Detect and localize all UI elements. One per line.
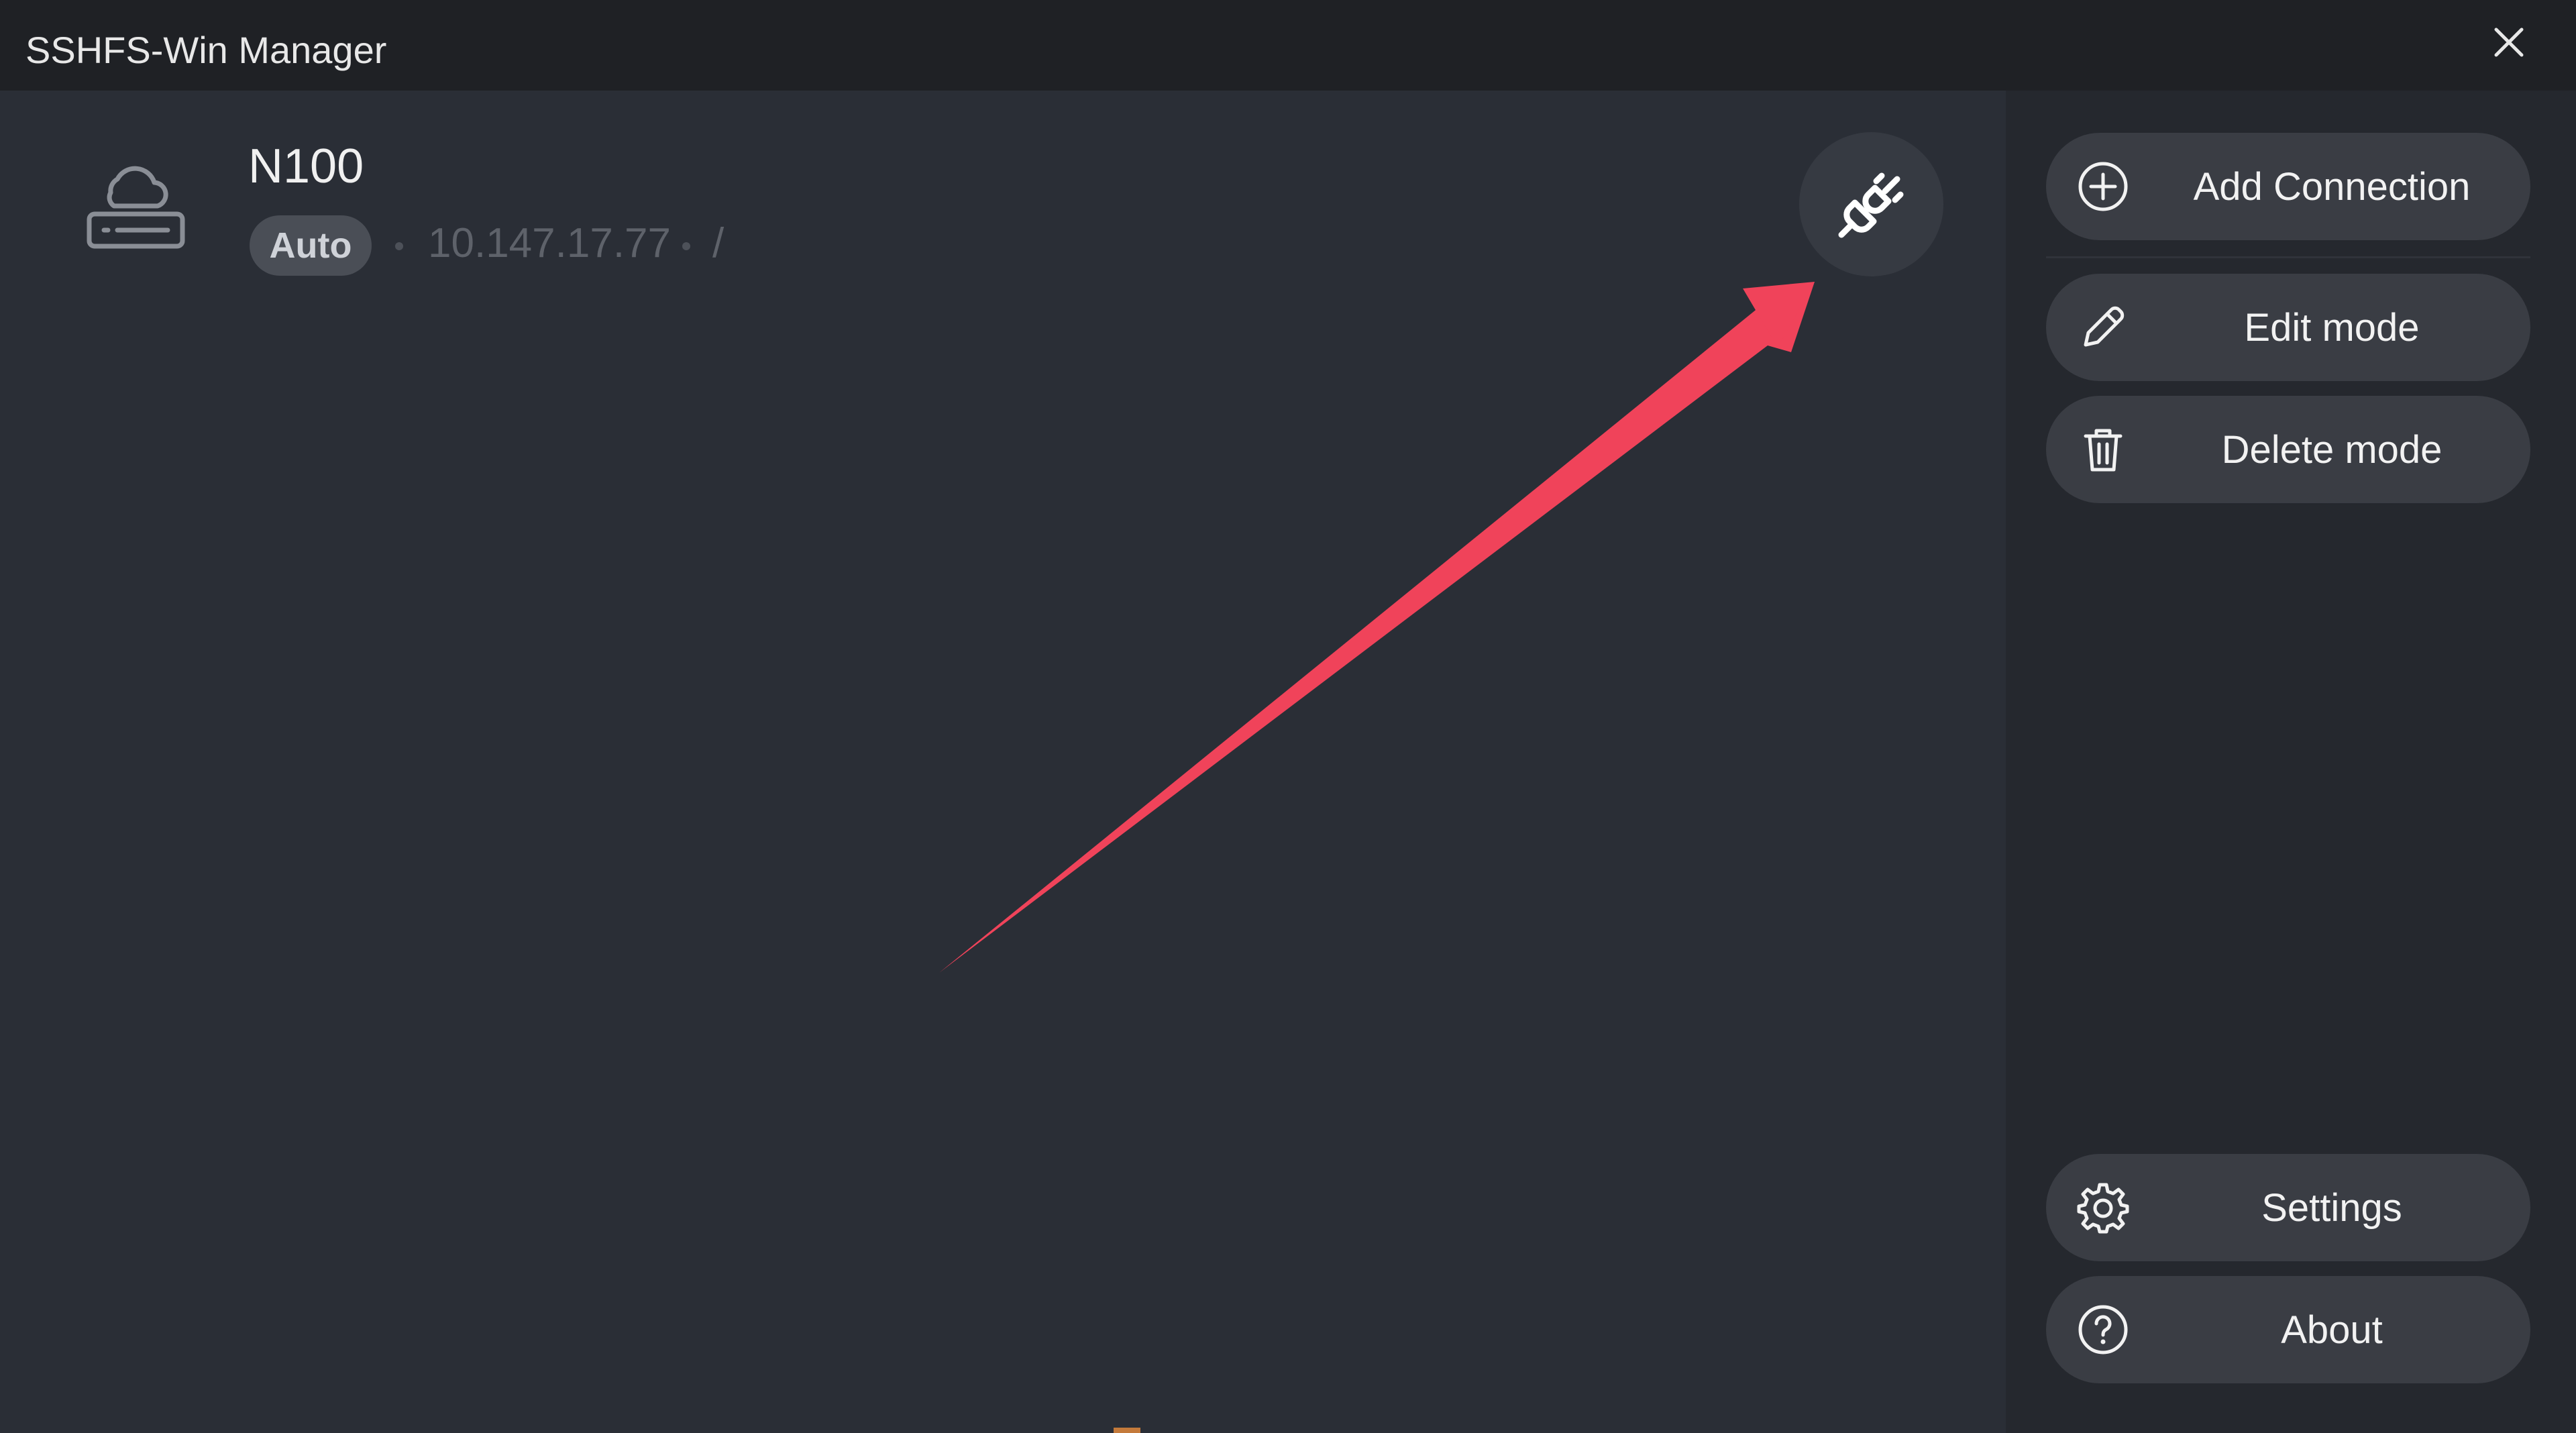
connection-item[interactable]: N100 Auto 10.147.17.77 / — [0, 91, 2006, 292]
edit-mode-button[interactable]: Edit mode — [2046, 274, 2530, 381]
delete-mode-label: Delete mode — [2221, 427, 2443, 472]
add-connection-label: Add Connection — [2193, 164, 2471, 209]
delete-mode-button[interactable]: Delete mode — [2046, 396, 2530, 503]
separator-dot — [682, 242, 690, 250]
connection-name: N100 — [248, 140, 364, 193]
trash-icon — [2084, 429, 2123, 472]
pencil-icon — [2084, 306, 2125, 347]
annotation-arrow — [939, 282, 1815, 973]
close-icon — [2494, 28, 2524, 57]
connection-host: 10.147.17.77 — [428, 220, 672, 266]
add-connection-button[interactable]: Add Connection — [2046, 133, 2530, 240]
mode-badge: Auto — [250, 215, 372, 276]
separator-dot — [395, 242, 403, 250]
about-button[interactable]: About — [2046, 1276, 2530, 1383]
add-circle-icon — [2078, 162, 2128, 211]
edit-mode-label: Edit mode — [2244, 305, 2420, 350]
window-title: SSHFS-Win Manager — [25, 29, 387, 71]
server-cloud-icon — [87, 166, 185, 249]
connection-list: N100 Auto 10.147.17.77 / — [0, 91, 2006, 1433]
app-window: SSHFS-Win Manager N100 Auto 10.147.17.77… — [0, 0, 2576, 1433]
help-circle-icon — [2078, 1305, 2128, 1355]
plug-disconnected-icon — [1838, 172, 1903, 237]
close-button[interactable] — [2482, 19, 2536, 66]
settings-button[interactable]: Settings — [2046, 1154, 2530, 1261]
gear-icon — [2077, 1183, 2129, 1234]
connection-path: / — [712, 220, 724, 266]
connect-button[interactable] — [1799, 132, 1943, 276]
divider — [2046, 256, 2530, 258]
about-label: About — [2281, 1308, 2383, 1352]
settings-label: Settings — [2261, 1185, 2402, 1230]
title-bar: SSHFS-Win Manager — [0, 0, 2576, 91]
taskbar-accent — [1114, 1428, 1140, 1433]
